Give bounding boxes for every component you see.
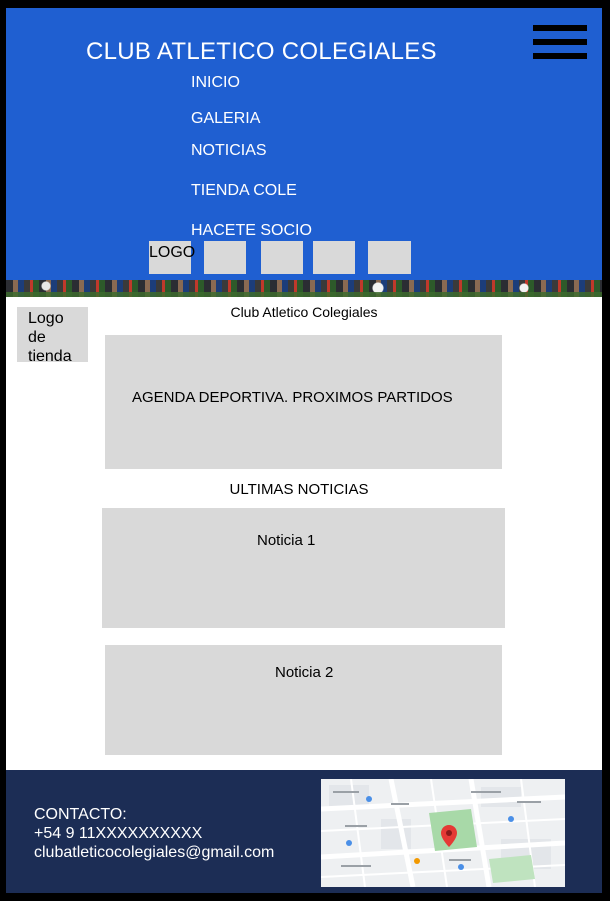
contact-email[interactable]: clubatleticocolegiales@gmail.com (34, 843, 274, 862)
location-map[interactable] (321, 779, 565, 887)
news-card[interactable]: Noticia 1 (102, 508, 505, 628)
logo-placeholder[interactable] (261, 241, 303, 274)
main-title: Club Atletico Colegiales (230, 304, 378, 320)
contact-block: CONTACTO: +54 9 11XXXXXXXXXX clubatletic… (34, 805, 274, 862)
club-logo[interactable]: LOGO (149, 241, 195, 274)
menu-bar-icon (533, 39, 587, 45)
site-title: CLUB ATLETICO COLEGIALES (86, 38, 437, 65)
hamburger-menu-icon[interactable] (533, 25, 587, 61)
team-photo-banner (6, 280, 602, 297)
agenda-card[interactable]: AGENDA DEPORTIVA. PROXIMOS PARTIDOS (105, 335, 502, 469)
nav-item-inicio[interactable]: INICIO (191, 74, 240, 92)
news-title: Noticia 1 (257, 532, 316, 549)
nav-item-tienda-cole[interactable]: TIENDA COLE (191, 182, 297, 200)
menu-bar-icon (533, 53, 587, 59)
menu-bar-icon (533, 25, 587, 31)
logo-placeholder[interactable] (313, 241, 355, 274)
logo-label: LOGO (149, 244, 196, 261)
map-image (321, 779, 565, 887)
nav-item-galeria[interactable]: GALERIA (191, 110, 260, 128)
site-header: CLUB ATLETICO COLEGIALES INICIO GALERIA … (6, 8, 602, 280)
agenda-label: AGENDA DEPORTIVA. PROXIMOS PARTIDOS (132, 389, 453, 406)
logo-placeholder[interactable] (368, 241, 411, 274)
page-frame: CLUB ATLETICO COLEGIALES INICIO GALERIA … (6, 8, 602, 893)
nav-item-noticias[interactable]: NOTICIAS (191, 142, 267, 160)
nav-item-hacete-socio[interactable]: HACETE SOCIO (191, 222, 312, 240)
news-section-title: ULTIMAS NOTICIAS (229, 481, 369, 498)
site-footer: CONTACTO: +54 9 11XXXXXXXXXX clubatletic… (6, 770, 602, 893)
logo-placeholder[interactable] (204, 241, 246, 274)
contact-heading: CONTACTO: (34, 806, 127, 823)
news-title: Noticia 2 (275, 664, 334, 681)
news-card[interactable]: Noticia 2 (105, 645, 502, 755)
contact-phone[interactable]: +54 9 11XXXXXXXXXX (34, 824, 274, 843)
